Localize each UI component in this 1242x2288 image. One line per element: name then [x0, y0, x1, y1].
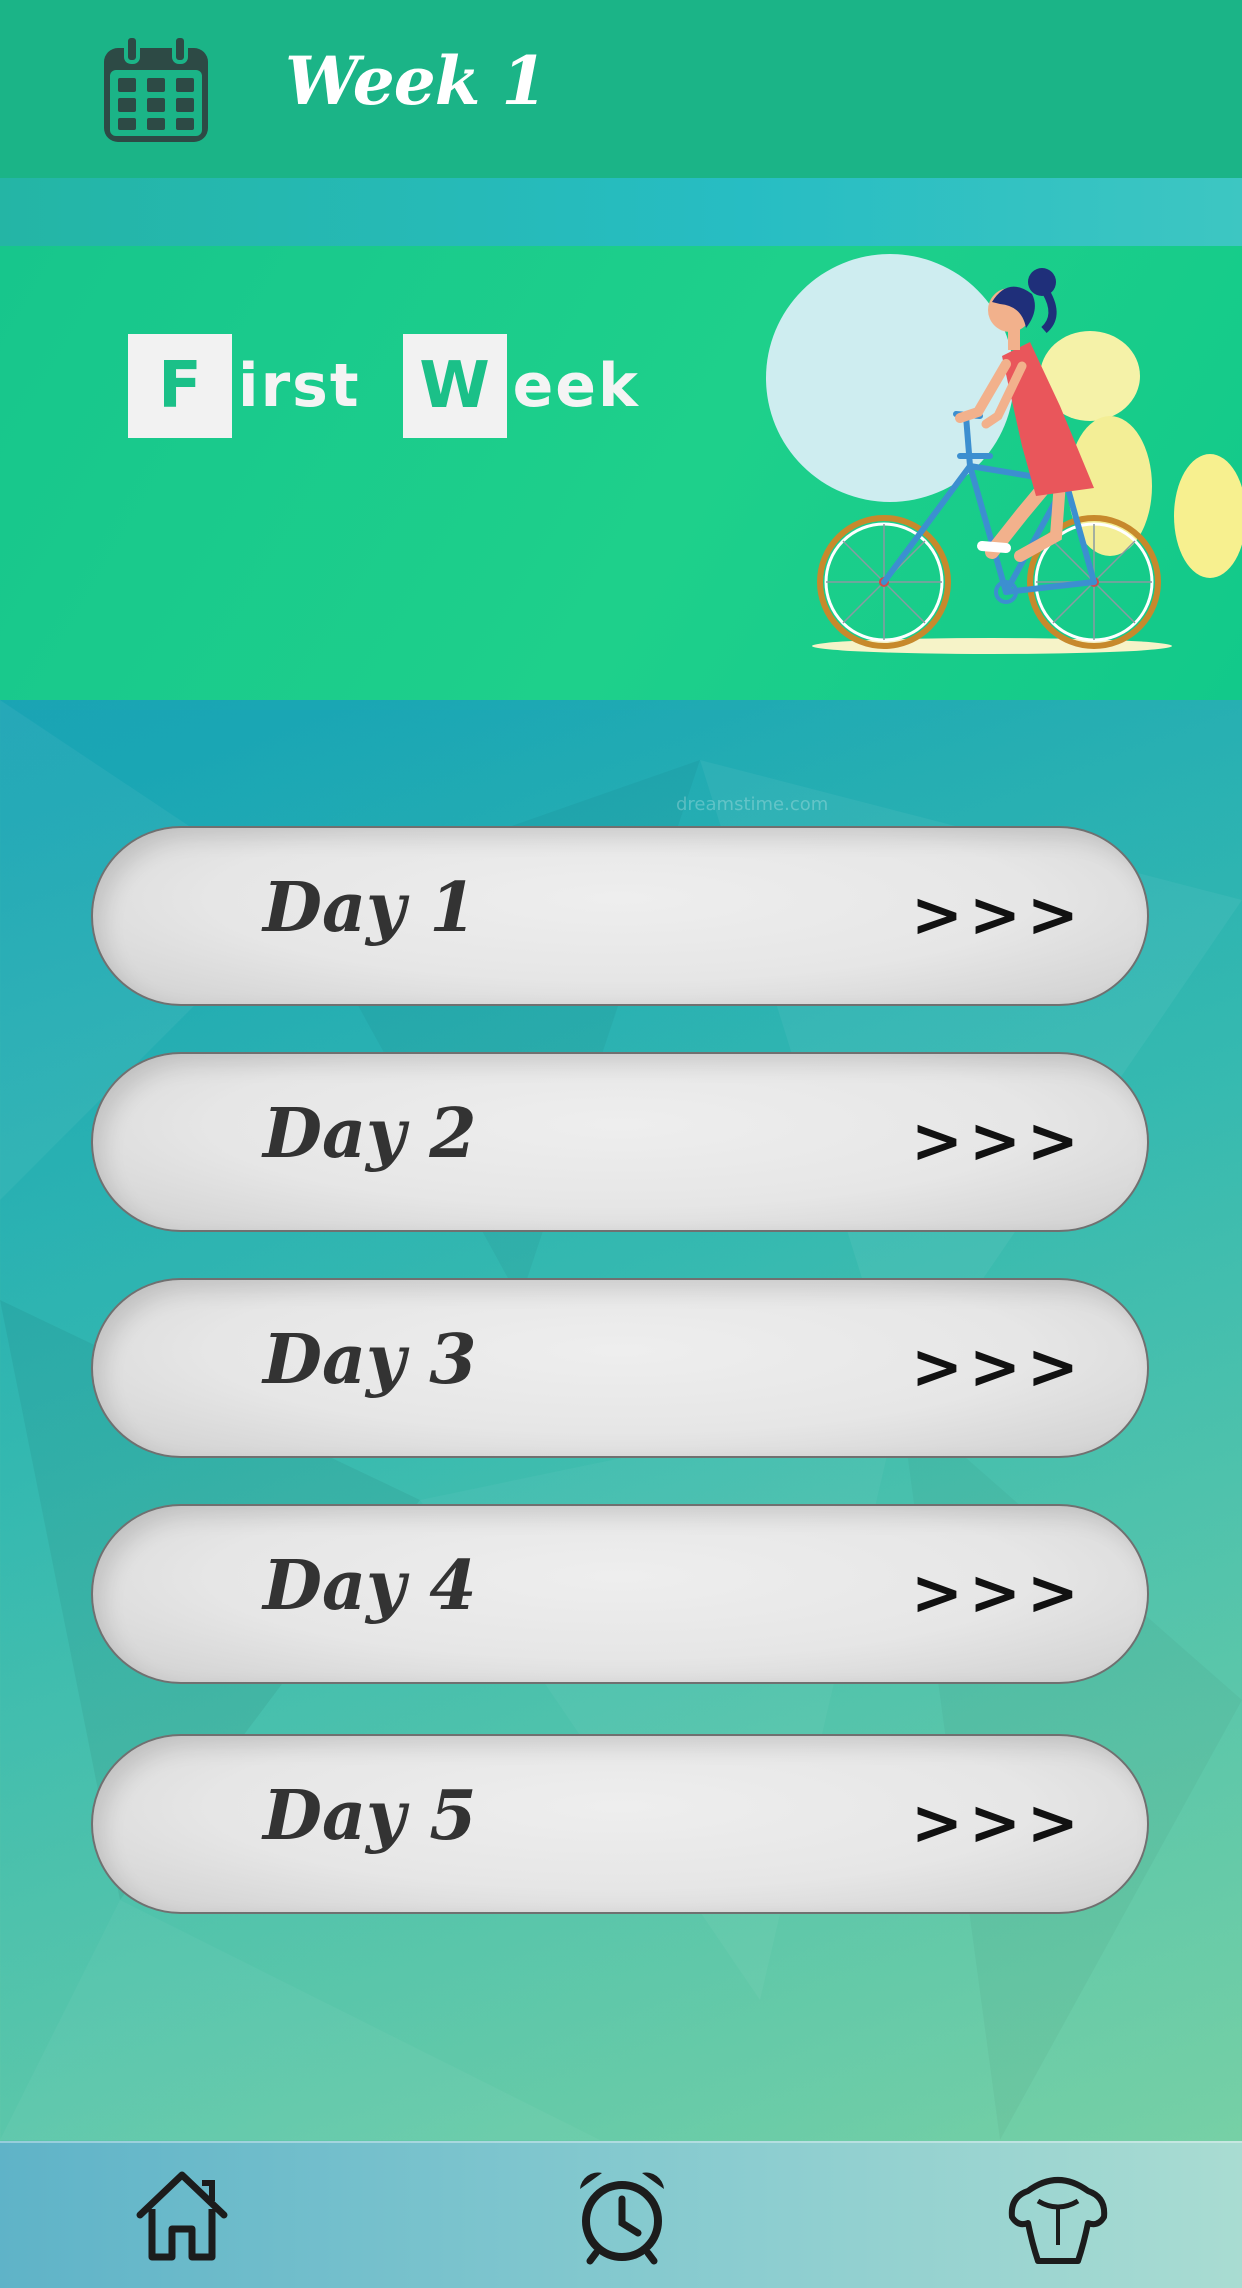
- alarm-clock-icon[interactable]: [572, 2165, 672, 2265]
- muscle-torso-icon[interactable]: [1008, 2165, 1108, 2265]
- banner-initial-box: F: [128, 334, 232, 438]
- banner-word-rest: eek: [512, 351, 640, 421]
- cyclist-illustration: [766, 254, 1242, 654]
- page-title: Week 1: [285, 42, 547, 120]
- day-1-button[interactable]: Day 1 >>>: [91, 826, 1149, 1006]
- banner-word-rest: irst: [238, 351, 361, 421]
- day-2-button[interactable]: Day 2 >>>: [91, 1052, 1149, 1232]
- chevron-arrows-icon: >>>: [911, 1104, 1085, 1177]
- chevron-arrows-icon: >>>: [911, 1556, 1085, 1629]
- chevron-arrows-icon: >>>: [911, 1786, 1085, 1859]
- day-label: Day 2: [263, 1094, 477, 1174]
- day-3-button[interactable]: Day 3 >>>: [91, 1278, 1149, 1458]
- banner-initial-box: W: [402, 334, 507, 438]
- bottom-navigation: [0, 2141, 1242, 2288]
- day-label: Day 3: [263, 1320, 477, 1400]
- day-4-button[interactable]: Day 4 >>>: [91, 1504, 1149, 1684]
- day-5-button[interactable]: Day 5 >>>: [91, 1734, 1149, 1914]
- watermark: dreamstime.com: [676, 794, 829, 815]
- chevron-arrows-icon: >>>: [911, 1330, 1085, 1403]
- chevron-arrows-icon: >>>: [911, 878, 1085, 951]
- calendar-icon[interactable]: [100, 34, 212, 146]
- week-banner: F irst W eek: [0, 246, 1242, 700]
- top-app-bar: Week 1: [0, 0, 1242, 246]
- banner-title: F irst W eek: [128, 332, 682, 440]
- day-label: Day 1: [263, 868, 477, 948]
- day-label: Day 5: [263, 1776, 477, 1856]
- home-icon[interactable]: [132, 2165, 232, 2265]
- header-divider-strip: [0, 178, 1242, 246]
- day-label: Day 4: [263, 1546, 477, 1626]
